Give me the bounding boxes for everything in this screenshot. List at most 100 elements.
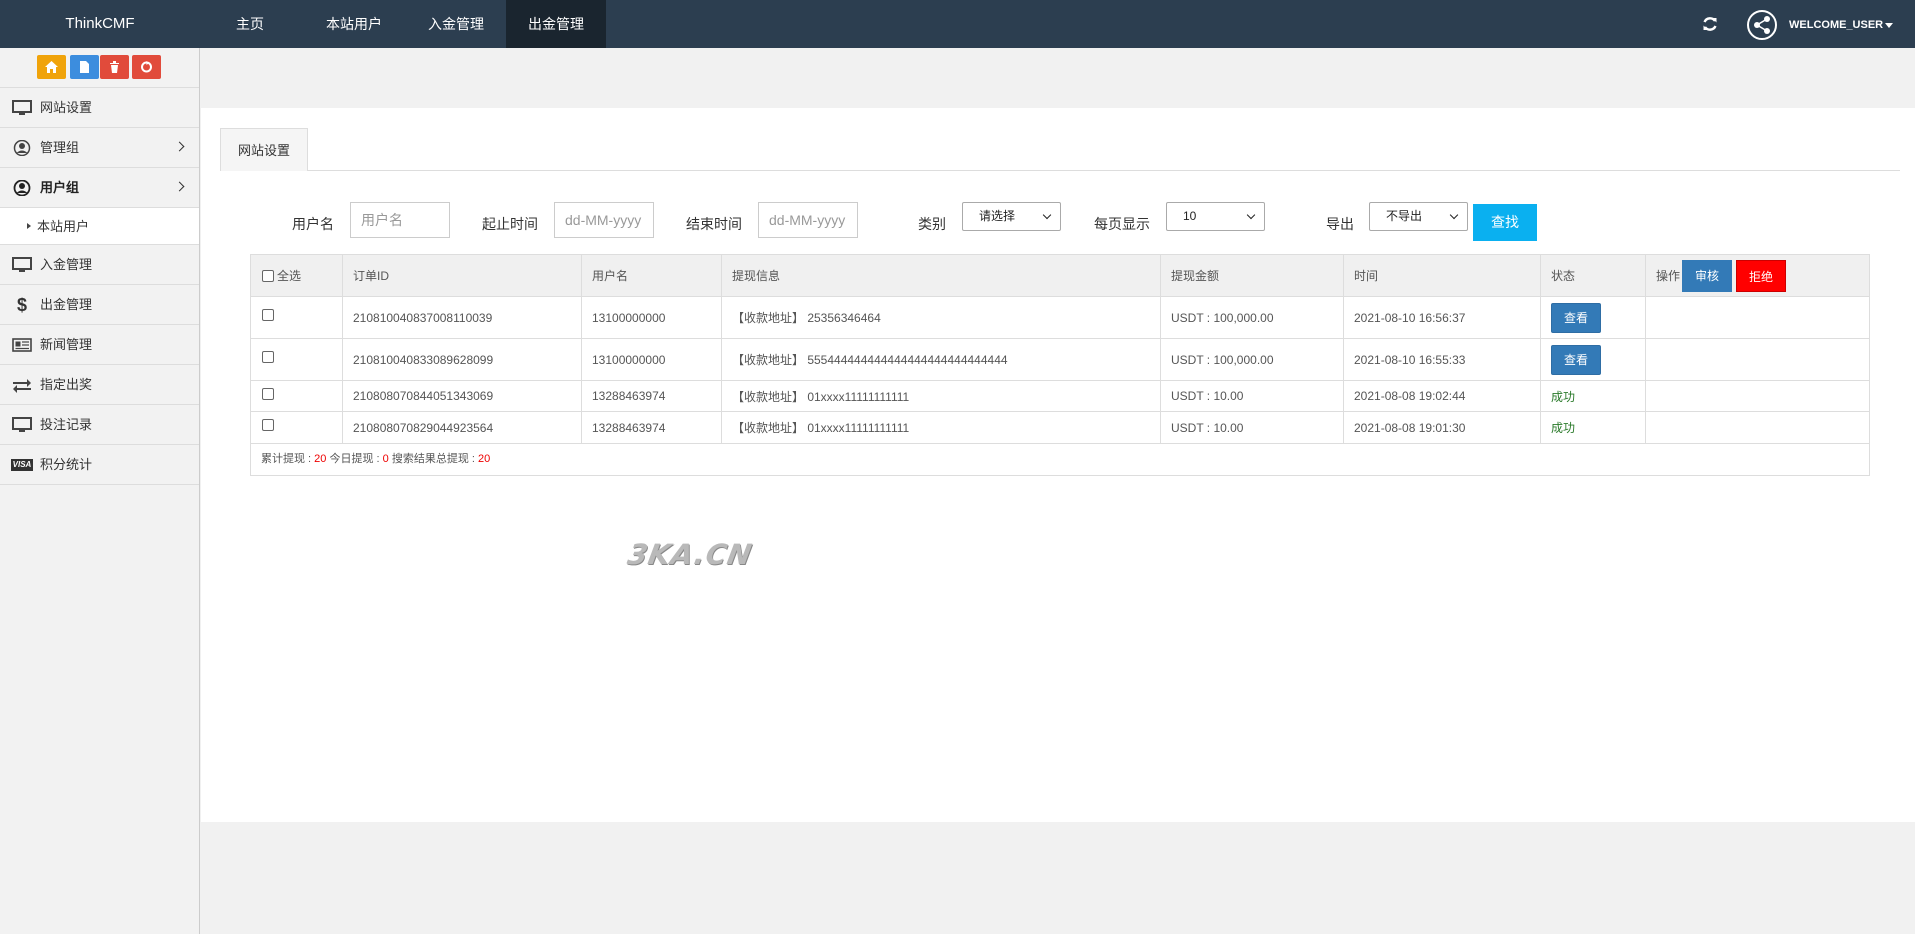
row-checkbox-cell xyxy=(251,381,342,411)
start-time-label: 起止时间 xyxy=(482,216,538,232)
sidebar-item-label: 网站设置 xyxy=(40,100,93,115)
sidebar-item-user-group[interactable]: 用户组 xyxy=(0,168,199,208)
amount-cell: USDT : 100,000.00 xyxy=(1160,339,1343,380)
select-all-cell: 全选 xyxy=(251,255,342,296)
username-cell: 13100000000 xyxy=(581,297,721,338)
export-label: 导出 xyxy=(1326,216,1354,232)
view-button[interactable]: 查看 xyxy=(1551,302,1601,333)
row-checkbox[interactable] xyxy=(262,309,274,321)
sidebar-item-label: 管理组 xyxy=(40,140,80,155)
nav-home[interactable]: 主页 xyxy=(220,0,280,48)
export-select[interactable]: 不导出 xyxy=(1369,202,1468,231)
action-cell xyxy=(1645,381,1869,411)
tab-bar: 网站设置 xyxy=(220,128,1900,171)
review-button[interactable]: 审核 xyxy=(1682,259,1733,292)
username-cell: 13288463974 xyxy=(581,381,721,411)
monitor-icon xyxy=(12,417,32,432)
time-cell: 2021-08-10 16:56:37 xyxy=(1343,297,1540,338)
search-total-value: 20 xyxy=(478,453,491,465)
nav-deposit[interactable]: 入金管理 xyxy=(418,0,494,48)
sidebar-item-deposit[interactable]: 入金管理 xyxy=(0,245,199,285)
exchange-icon xyxy=(13,379,31,393)
tab-site-settings[interactable]: 网站设置 xyxy=(220,128,308,171)
nav-site-users[interactable]: 本站用户 xyxy=(316,0,392,48)
row-checkbox[interactable] xyxy=(262,351,274,363)
header-status: 状态 xyxy=(1540,255,1645,296)
sidebar-item-prize[interactable]: 指定出奖 xyxy=(0,365,199,405)
sidebar-subitem-site-users[interactable]: 本站用户 xyxy=(0,208,199,245)
share-avatar-icon[interactable] xyxy=(1747,10,1777,40)
refresh-icon[interactable] xyxy=(1700,14,1720,34)
trash-icon xyxy=(110,61,119,73)
order-id-cell: 210810040833089628099 xyxy=(342,339,581,380)
end-time-label: 结束时间 xyxy=(686,216,742,232)
sidebar-item-admin-group[interactable]: 管理组 xyxy=(0,128,199,168)
per-page-value: 10 xyxy=(1183,209,1197,223)
start-date-input[interactable]: dd-MM-yyyy xyxy=(554,202,654,238)
chevron-down-icon xyxy=(1449,210,1459,220)
per-page-select[interactable]: 10 xyxy=(1166,202,1265,231)
header-action: 操作 审核 拒绝 xyxy=(1645,255,1869,296)
header-time: 时间 xyxy=(1343,255,1540,296)
shortcut-bar xyxy=(0,48,199,88)
export-select-value: 不导出 xyxy=(1386,209,1423,223)
order-id-cell: 210808070829044923564 xyxy=(342,412,581,443)
sidebar-item-news[interactable]: 新闻管理 xyxy=(0,325,199,365)
header-amount: 提现金额 xyxy=(1160,255,1343,296)
visa-icon: VISA xyxy=(11,459,33,471)
watermark: 3KA.CN xyxy=(625,538,755,571)
header-username: 用户名 xyxy=(581,255,721,296)
sidebar: 网站设置 管理组 用户组 本站用户 入金管理 $ 出金管理 新闻管理 指定出奖 … xyxy=(0,48,200,934)
recycle-shortcut-button[interactable] xyxy=(132,55,161,79)
status-success: 成功 xyxy=(1540,381,1645,411)
per-page-label: 每页显示 xyxy=(1094,216,1150,232)
monitor-icon xyxy=(12,100,32,115)
sidebar-item-points[interactable]: VISA 积分统计 xyxy=(0,445,199,485)
row-checkbox-cell xyxy=(251,412,342,443)
end-date-input[interactable]: dd-MM-yyyy xyxy=(758,202,858,238)
nav-withdraw[interactable]: 出金管理 xyxy=(506,0,606,48)
sidebar-item-bets[interactable]: 投注记录 xyxy=(0,405,199,445)
chevron-down-icon xyxy=(1042,210,1052,220)
action-cell xyxy=(1645,412,1869,443)
withdraw-info-cell: 【收款地址】 01xxxx11111111111 xyxy=(721,412,1160,443)
chevron-right-icon xyxy=(174,141,185,152)
user-icon xyxy=(13,180,31,196)
time-cell: 2021-08-10 16:55:33 xyxy=(1343,339,1540,380)
trash-shortcut-button[interactable] xyxy=(100,55,129,79)
file-icon xyxy=(80,61,89,73)
home-icon xyxy=(45,61,58,73)
search-button[interactable]: 查找 xyxy=(1473,204,1537,241)
table-header-row: 全选 订单ID 用户名 提现信息 提现金额 时间 状态 操作 审核 拒绝 xyxy=(251,255,1869,297)
reject-button[interactable]: 拒绝 xyxy=(1736,259,1787,292)
sidebar-item-site-settings[interactable]: 网站设置 xyxy=(0,88,199,128)
search-total-label: 搜索结果总提现 : xyxy=(388,453,479,465)
user-menu[interactable]: WELCOME_USER xyxy=(1789,0,1894,48)
sidebar-item-label: 入金管理 xyxy=(40,257,93,272)
username-label: 用户名 xyxy=(292,216,334,232)
sidebar-item-withdraw[interactable]: $ 出金管理 xyxy=(0,285,199,325)
row-checkbox[interactable] xyxy=(262,419,274,431)
select-all-label: 全选 xyxy=(277,269,302,283)
action-cell xyxy=(1645,339,1869,380)
withdraw-info-cell: 【收款地址】 01xxxx11111111111 xyxy=(721,381,1160,411)
caret-down-icon xyxy=(1885,22,1894,28)
row-checkbox[interactable] xyxy=(262,388,274,400)
view-button[interactable]: 查看 xyxy=(1551,344,1601,375)
action-label: 操作 xyxy=(1656,269,1681,283)
brand-logo[interactable]: ThinkCMF xyxy=(0,0,200,48)
username-input[interactable]: 用户名 xyxy=(350,202,450,238)
time-cell: 2021-08-08 19:02:44 xyxy=(1343,381,1540,411)
monitor-icon xyxy=(12,257,32,272)
home-shortcut-button[interactable] xyxy=(37,55,66,79)
file-shortcut-button[interactable] xyxy=(70,55,99,79)
sidebar-item-label: 积分统计 xyxy=(40,457,93,472)
table-row: 210810040837008110039 13100000000 【收款地址】… xyxy=(251,297,1869,339)
table-row: 210808070844051343069 13288463974 【收款地址】… xyxy=(251,381,1869,412)
table-row: 210808070829044923564 13288463974 【收款地址】… xyxy=(251,412,1869,444)
table-row: 210810040833089628099 13100000000 【收款地址】… xyxy=(251,339,1869,381)
select-all-checkbox[interactable] xyxy=(262,269,274,282)
recycle-icon xyxy=(141,61,152,73)
today-withdraw-label: 今日提现 : xyxy=(326,453,383,465)
type-select[interactable]: 请选择 xyxy=(962,202,1061,231)
